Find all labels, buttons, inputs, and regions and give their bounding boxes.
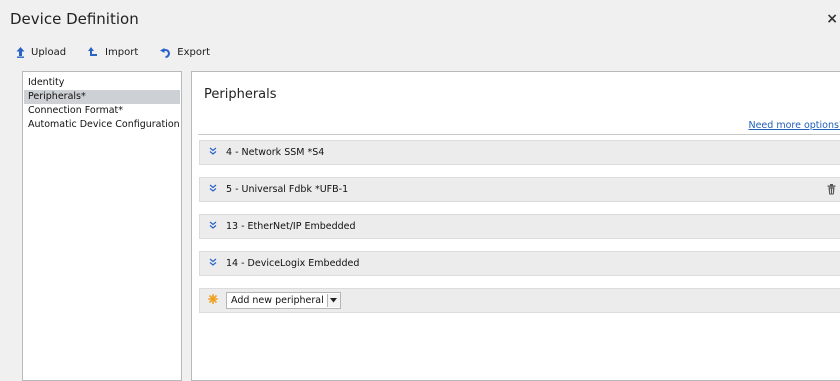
add-peripheral-dropdown[interactable]: Add new peripheral <box>226 292 341 309</box>
add-peripheral-row: Add new peripheral <box>199 288 840 313</box>
nav-item-connection-format[interactable]: Connection Format* <box>24 104 180 118</box>
peripheral-label: 13 - EtherNet/IP Embedded <box>226 221 356 232</box>
add-peripheral-value: Add new peripheral <box>231 295 324 306</box>
upload-label: Upload <box>31 46 67 58</box>
chevron-down-icon[interactable] <box>200 147 226 158</box>
divider <box>198 134 840 135</box>
peripheral-label: 14 - DeviceLogix Embedded <box>226 258 360 269</box>
nav-item-identity[interactable]: Identity <box>24 76 180 90</box>
peripheral-row[interactable]: 13 - EtherNet/IP Embedded <box>199 214 840 239</box>
trash-icon[interactable] <box>827 184 836 198</box>
export-button[interactable]: Export <box>160 47 210 58</box>
nav-item-automatic-device-configuration[interactable]: Automatic Device Configuration <box>24 118 180 132</box>
chevron-down-icon[interactable] <box>200 221 226 232</box>
section-nav: Identity Peripherals* Connection Format*… <box>22 71 182 381</box>
need-more-options-link[interactable]: Need more options? <box>748 120 840 131</box>
peripheral-row[interactable]: 14 - DeviceLogix Embedded <box>199 251 840 276</box>
peripheral-label: 5 - Universal Fdbk *UFB-1 <box>226 184 349 195</box>
export-label: Export <box>177 46 210 58</box>
upload-button[interactable]: Upload <box>16 46 67 58</box>
toolbar: Upload Import Export <box>16 44 232 60</box>
peripheral-label: 4 - Network SSM *S4 <box>226 147 325 158</box>
peripheral-row[interactable]: 5 - Universal Fdbk *UFB-1 <box>199 177 840 202</box>
import-icon <box>88 46 98 56</box>
import-label: Import <box>105 46 139 58</box>
close-icon[interactable]: × <box>826 11 838 27</box>
peripherals-panel: Peripherals Need more options? 4 - Netwo… <box>191 71 840 381</box>
nav-item-peripherals[interactable]: Peripherals* <box>24 90 180 104</box>
import-button[interactable]: Import <box>88 46 139 58</box>
panel-title: Peripherals <box>204 87 277 102</box>
upload-icon <box>16 46 25 58</box>
peripheral-row[interactable]: 4 - Network SSM *S4 <box>199 140 840 165</box>
chevron-down-icon[interactable] <box>200 258 226 269</box>
export-icon <box>160 47 171 58</box>
dropdown-arrow-icon[interactable] <box>326 294 340 307</box>
window-title: Device Definition <box>10 10 139 28</box>
new-star-icon <box>200 294 226 307</box>
chevron-down-icon[interactable] <box>200 184 226 195</box>
